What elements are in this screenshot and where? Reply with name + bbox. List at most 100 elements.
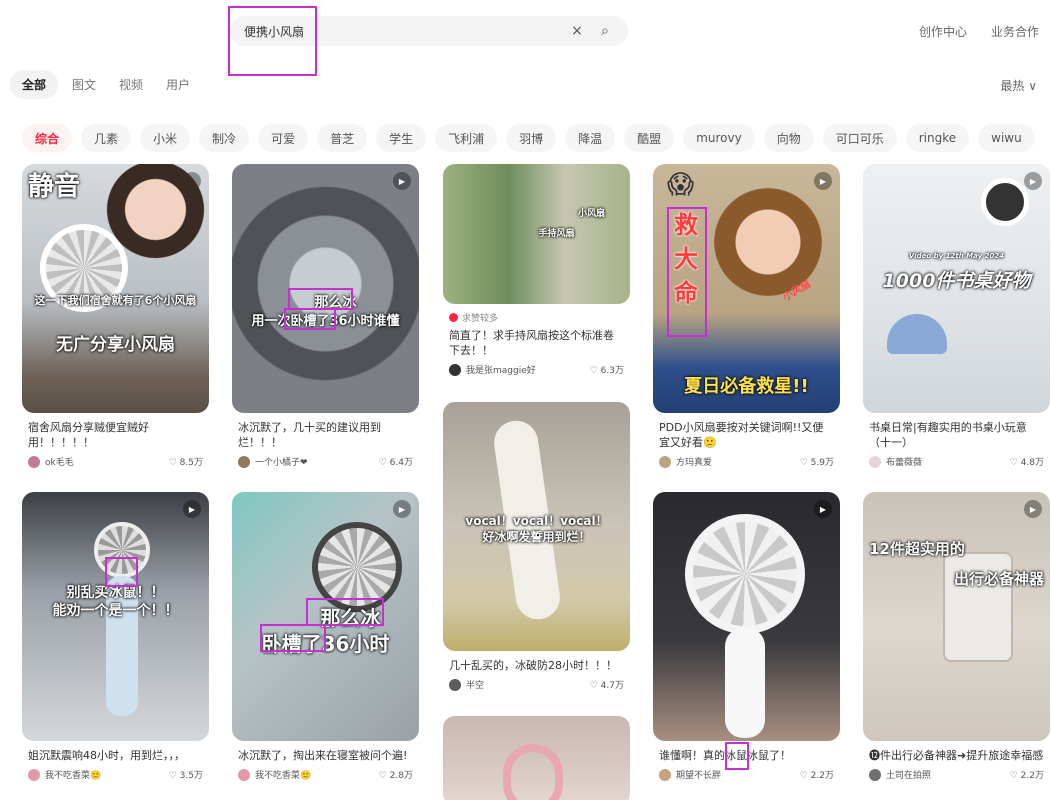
business-link[interactable]: 业务合作 — [991, 23, 1039, 40]
chip-item[interactable]: 飞利浦 — [435, 124, 498, 152]
avatar[interactable] — [449, 678, 461, 691]
tab-all[interactable]: 全部 — [10, 70, 59, 99]
search-bar[interactable]: 便携小风扇 × ⌕ — [230, 16, 628, 46]
like-count[interactable]: ♡ 3.5万 — [169, 768, 203, 781]
avatar[interactable] — [238, 768, 250, 781]
chip-item[interactable]: 综合 — [22, 124, 73, 152]
card-title[interactable]: ⓬件出行必备神器➜提升旅途幸福感 — [863, 748, 1050, 763]
card-cover[interactable] — [443, 716, 630, 800]
like-count[interactable]: ♡ 5.9万 — [800, 455, 834, 468]
author-name[interactable]: ok毛毛 — [45, 455, 74, 468]
like-count[interactable]: ♡ 4.7万 — [590, 678, 624, 691]
like-count[interactable]: ♡ 2.2万 — [800, 768, 834, 781]
card-cover[interactable]: ▶ — [653, 492, 840, 741]
chip-item[interactable]: 向物 — [763, 124, 814, 152]
note-card[interactable]: ▶ 12件超实用的 出行必备神器 ⓬件出行必备神器➜提升旅途幸福感 土司在拍照 … — [863, 492, 1050, 781]
note-card[interactable]: ▶ 别乱买冰鼠！！ 能劝一个是一个！！ 姐沉默震响48小时，用到烂，，， 我不吃… — [22, 492, 209, 781]
card-cover[interactable]: ▶ 别乱买冰鼠！！ 能劝一个是一个！！ — [22, 492, 209, 741]
chip-item[interactable]: 羽博 — [506, 124, 557, 152]
avatar[interactable] — [238, 455, 250, 468]
like-count[interactable]: ♡ 6.4万 — [379, 455, 413, 468]
author-name[interactable]: 土司在拍照 — [886, 768, 931, 781]
card-title[interactable]: 冰沉默了，掏出来在寝室被问个遍! — [232, 748, 419, 763]
author-name[interactable]: 布蕾薇薇 — [886, 455, 922, 468]
avatar[interactable] — [869, 768, 881, 781]
cover-text: 卧槽了36小时 — [261, 632, 390, 656]
card-meta: 方玛真爱 ♡ 5.9万 — [653, 455, 840, 468]
note-card[interactable]: vocal！vocal！vocal！ 好冰啊发誓用到烂！ 几十乱买的，冰破防28… — [443, 402, 630, 691]
chip-item[interactable]: wiwu — [978, 124, 1035, 152]
chip-item[interactable]: 几素 — [81, 124, 132, 152]
author-name[interactable]: 方玛真爱 — [676, 455, 712, 468]
like-count[interactable]: ♡ 8.5万 — [169, 455, 203, 468]
note-card[interactable]: ▶ Video by 12th May 2024 1000件书桌好物 书桌日常|… — [863, 164, 1050, 468]
avatar[interactable] — [28, 455, 40, 468]
avatar[interactable] — [449, 363, 461, 376]
cover-text: 出行必备神器 — [953, 570, 1044, 588]
card-title[interactable]: 简直了！求手持风扇按这个标准卷下去！！ — [443, 328, 630, 358]
tab-videos[interactable]: 视频 — [119, 76, 152, 99]
sort-dropdown[interactable]: 最热 ∨ — [1000, 77, 1037, 94]
card-cover[interactable]: ▶ Video by 12th May 2024 1000件书桌好物 — [863, 164, 1050, 413]
note-card[interactable]: ▶ 那么冰 用一次卧槽了36小时谁懂 冰沉默了，几十买的建议用到烂！！！ 一个小… — [232, 164, 419, 468]
author-name[interactable]: 我是张maggie好 — [466, 363, 536, 376]
play-icon: ▶ — [1024, 500, 1042, 518]
note-card[interactable]: ▶ 那么冰 卧槽了36小时 冰沉默了，掏出来在寝室被问个遍! 我不吃香菜🙂 ♡ … — [232, 492, 419, 781]
chip-item[interactable]: 制冷 — [199, 124, 250, 152]
note-card[interactable]: 小风扇 手持风扇 求赞较多 简直了！求手持风扇按这个标准卷下去！！ 我是张mag… — [443, 164, 630, 376]
card-cover[interactable]: ▶ 那么冰 卧槽了36小时 — [232, 492, 419, 741]
chip-item[interactable]: murovy — [683, 124, 755, 152]
card-title[interactable]: 几十乱买的，冰破防28小时！！！ — [443, 658, 630, 673]
card-meta: 布蕾薇薇 ♡ 4.8万 — [863, 455, 1050, 468]
card-cover[interactable]: vocal！vocal！vocal！ 好冰啊发誓用到烂！ — [443, 402, 630, 651]
tab-users[interactable]: 用户 — [166, 76, 199, 99]
chip-item[interactable]: 普芝 — [317, 124, 368, 152]
clear-icon[interactable]: × — [566, 23, 588, 39]
chip-item[interactable]: 可爱 — [258, 124, 309, 152]
search-icon[interactable]: ⌕ — [594, 23, 616, 39]
person-shape — [708, 170, 828, 330]
card-title[interactable]: 冰沉默了，几十买的建议用到烂！！！ — [232, 420, 419, 450]
card-meta: 土司在拍照 ♡ 2.2万 — [863, 768, 1050, 781]
chip-item[interactable]: 学生 — [376, 124, 427, 152]
creator-center-link[interactable]: 创作中心 — [919, 23, 967, 40]
author-name[interactable]: 我不吃香菜🙂 — [45, 768, 101, 781]
note-card[interactable]: ▶ 谁懂啊！真的冰鼠冰鼠了！ 期望不长胖 ♡ 2.2万 — [653, 492, 840, 781]
avatar[interactable] — [28, 768, 40, 781]
card-cover[interactable]: ▶ 静音 这一下我们宿舍就有了6个小风扇 无广分享小风扇 — [22, 164, 209, 413]
card-cover[interactable]: ▶ 😱 救大命 小风扇 夏日必备救星!! — [653, 164, 840, 413]
card-meta: 我是张maggie好 ♡ 6.3万 — [443, 363, 630, 376]
avatar[interactable] — [659, 455, 671, 468]
author-name[interactable]: 我不吃香菜🙂 — [255, 768, 311, 781]
card-title[interactable]: PDD小风扇要按对关键词啊!!又便宜又好看🙂 — [653, 420, 840, 450]
fan-shape — [312, 522, 402, 612]
author-name[interactable]: 半空 — [466, 678, 484, 691]
like-count[interactable]: ♡ 4.8万 — [1010, 455, 1044, 468]
card-cover[interactable]: 小风扇 手持风扇 — [443, 164, 630, 304]
cover-text: 能劝一个是一个！！ — [52, 603, 179, 619]
card-cover[interactable]: ▶ 12件超实用的 出行必备神器 — [863, 492, 1050, 741]
chip-item[interactable]: ringke — [905, 124, 970, 152]
note-card[interactable] — [443, 716, 630, 800]
cover-text: Video by 12th May 2024 — [908, 252, 1005, 260]
card-title[interactable]: 姐沉默震响48小时，用到烂，，， — [22, 748, 209, 763]
avatar[interactable] — [869, 455, 881, 468]
like-count[interactable]: ♡ 2.2万 — [1010, 768, 1044, 781]
chip-item[interactable]: 小米 — [140, 124, 191, 152]
tab-notes[interactable]: 图文 — [72, 76, 105, 99]
author-name[interactable]: 期望不长胖 — [676, 768, 721, 781]
card-title[interactable]: 谁懂啊！真的冰鼠冰鼠了！ — [653, 748, 840, 763]
card-cover[interactable]: ▶ 那么冰 用一次卧槽了36小时谁懂 — [232, 164, 419, 413]
note-card[interactable]: ▶ 😱 救大命 小风扇 夏日必备救星!! PDD小风扇要按对关键词啊!!又便宜又… — [653, 164, 840, 468]
chip-item[interactable]: 酷盟 — [624, 124, 675, 152]
like-count[interactable]: ♡ 6.3万 — [590, 363, 624, 376]
chip-item[interactable]: 降温 — [565, 124, 616, 152]
like-count[interactable]: ♡ 2.8万 — [379, 768, 413, 781]
chip-item[interactable]: 可口可乐 — [822, 124, 897, 152]
note-card[interactable]: ▶ 静音 这一下我们宿舍就有了6个小风扇 无广分享小风扇 宿舍风扇分享贼便宜贼好… — [22, 164, 209, 468]
search-input[interactable]: 便携小风扇 — [244, 23, 560, 40]
author-name[interactable]: 一个小橘子❤ — [255, 455, 308, 468]
card-title[interactable]: 宿舍风扇分享贼便宜贼好用！！！！！ — [22, 420, 209, 450]
card-title[interactable]: 书桌日常|有趣实用的书桌小玩意（十一） — [863, 420, 1050, 450]
avatar[interactable] — [659, 768, 671, 781]
